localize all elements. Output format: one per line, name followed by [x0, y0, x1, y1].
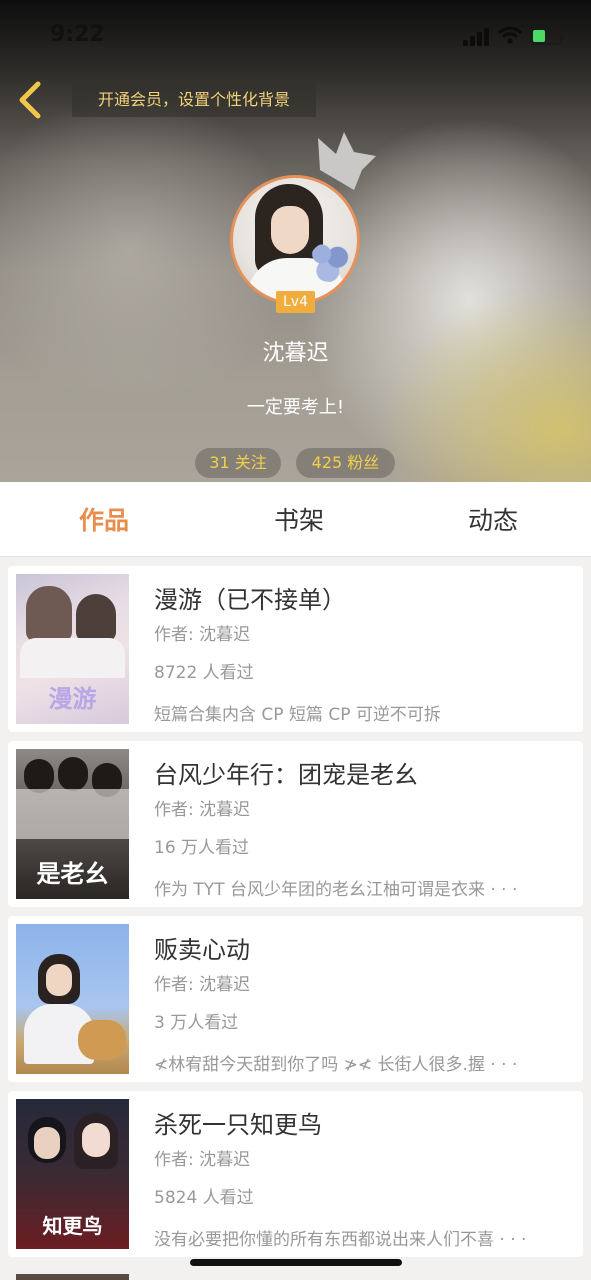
following-count-button[interactable]: 31 关注	[195, 448, 281, 478]
work-item[interactable]: 是老幺 台风少年行：团宠是老幺 作者: 沈暮迟 16 万人看过 作为 TYT 台…	[8, 741, 583, 907]
work-views: 16 万人看过	[154, 838, 250, 858]
book-cover: 漫游	[16, 574, 129, 724]
work-title: 贩卖心动	[154, 936, 250, 964]
book-cover: 知更鸟	[16, 1099, 129, 1249]
book-cover	[16, 924, 129, 1074]
back-chevron-icon[interactable]	[14, 80, 46, 120]
profile-header: 9:22 开通会员，设置个性化背景 Lv4 沈暮迟 一定要考上! 31 关注 4…	[0, 0, 591, 482]
work-title: 台风少年行：团宠是老幺	[154, 761, 418, 789]
vip-background-banner[interactable]: 开通会员，设置个性化背景	[72, 83, 316, 117]
work-author: 作者: 沈暮迟	[154, 625, 251, 645]
work-title: 杀死一只知更鸟	[154, 1111, 322, 1139]
battery-icon	[530, 27, 565, 45]
book-cover: 是老幺	[16, 749, 129, 899]
work-author: 作者: 沈暮迟	[154, 800, 251, 820]
username: 沈暮迟	[262, 341, 329, 366]
fans-count-button[interactable]: 425 粉丝	[296, 448, 395, 478]
work-title: 漫游（已不接单）	[154, 586, 346, 614]
avatar[interactable]	[230, 175, 360, 305]
work-description: 短篇合集内含 CP 短篇 CP 可逆不可拆	[154, 705, 441, 725]
work-description: 作为 TYT 台风少年团的老幺江柚可谓是衣来 · · ·	[154, 880, 518, 900]
user-bio: 一定要考上!	[246, 397, 345, 418]
status-bar: 9:22	[0, 0, 591, 72]
work-item[interactable]: 知更鸟 杀死一只知更鸟 作者: 沈暮迟 5824 人看过 没有必要把你懂的所有东…	[8, 1091, 583, 1257]
tab-bookshelf[interactable]: 书架	[239, 482, 359, 556]
wifi-icon	[498, 26, 522, 44]
status-time: 9:22	[50, 22, 105, 47]
cellular-signal-icon	[463, 28, 489, 46]
work-views: 8722 人看过	[154, 663, 254, 683]
work-item[interactable]: 贩卖心动 作者: 沈暮迟 3 万人看过 ≮林宥甜今天甜到你了吗 ≯≮ 长街人很多…	[8, 916, 583, 1082]
work-views: 3 万人看过	[154, 1013, 239, 1033]
work-author: 作者: 沈暮迟	[154, 1150, 251, 1170]
work-item[interactable]: 漫游 漫游（已不接单） 作者: 沈暮迟 8722 人看过 短篇合集内含 CP 短…	[8, 566, 583, 732]
home-indicator[interactable]	[190, 1259, 402, 1266]
next-book-cover-peek	[16, 1274, 129, 1280]
work-views: 5824 人看过	[154, 1188, 254, 1208]
tab-works[interactable]: 作品	[44, 482, 164, 556]
work-description: 没有必要把你懂的所有东西都说出来人们不喜 · · ·	[154, 1230, 527, 1250]
level-badge: Lv4	[276, 291, 315, 313]
profile-tabs: 作品 书架 动态	[0, 482, 591, 557]
work-description: ≮林宥甜今天甜到你了吗 ≯≮ 长街人很多.握 · · ·	[154, 1055, 518, 1075]
work-author: 作者: 沈暮迟	[154, 975, 251, 995]
tab-activity[interactable]: 动态	[433, 482, 553, 556]
